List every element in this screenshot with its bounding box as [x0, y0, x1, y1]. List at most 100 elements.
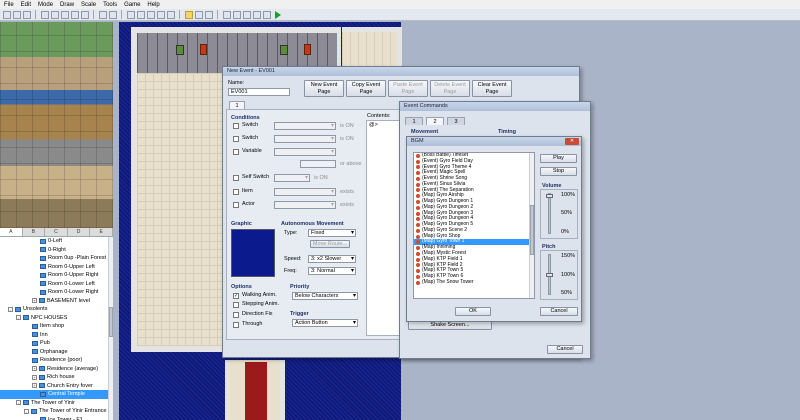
- expand-toggle-icon[interactable]: -: [16, 315, 21, 321]
- variable-value-input[interactable]: [300, 160, 336, 168]
- direction-fix-checkbox[interactable]: [233, 312, 239, 318]
- new-event-page-button[interactable]: New Event Page: [304, 80, 344, 97]
- paste-icon[interactable]: [61, 10, 69, 19]
- menu-scale[interactable]: Scale: [81, 2, 96, 8]
- item-select[interactable]: [274, 188, 336, 196]
- event-name-input[interactable]: EV001: [228, 88, 290, 96]
- zoom-1-4-icon[interactable]: [205, 10, 213, 19]
- actor-select[interactable]: [274, 201, 336, 209]
- tileset-tab-a[interactable]: A: [0, 228, 23, 236]
- map-tree-item[interactable]: - Unsolents: [0, 305, 113, 314]
- variable-checkbox[interactable]: [233, 149, 239, 155]
- zoom-1-2-icon[interactable]: [195, 10, 203, 19]
- fill-icon[interactable]: [157, 10, 165, 19]
- through-checkbox[interactable]: [233, 322, 239, 328]
- layer-map-icon[interactable]: [99, 10, 107, 19]
- map-tree-item[interactable]: Room 0-Lower Right: [0, 288, 113, 297]
- map-tree-item[interactable]: Item shop: [0, 322, 113, 331]
- commands-tab-1[interactable]: 1: [405, 117, 423, 125]
- event-contents-list[interactable]: @>: [366, 120, 400, 336]
- cut-icon[interactable]: [41, 10, 49, 19]
- stepping-anim-checkbox[interactable]: [233, 302, 239, 308]
- map-tree-item[interactable]: Room 0-Upper Left: [0, 263, 113, 272]
- expand-toggle-icon[interactable]: +: [32, 374, 37, 380]
- map-tree-item[interactable]: Room 0up -Plain Forest: [0, 254, 113, 263]
- trigger-select[interactable]: Action Button: [292, 319, 358, 327]
- map-tree-item[interactable]: + Church Entry fover: [0, 382, 113, 391]
- bgm-list-item[interactable]: (Map) The Snow Tower: [414, 279, 534, 286]
- layer-event-icon[interactable]: [109, 10, 117, 19]
- map-tree-item[interactable]: 0-Left: [0, 237, 113, 246]
- expand-toggle-icon[interactable]: -: [24, 408, 29, 414]
- commands-cancel-button[interactable]: Cancel: [547, 345, 583, 354]
- copy-icon[interactable]: [51, 10, 59, 19]
- map-tree-item[interactable]: Room 0-Lower Left: [0, 280, 113, 289]
- tileset-tab-e[interactable]: E: [90, 228, 113, 236]
- menu-tools[interactable]: Tools: [103, 2, 117, 8]
- freq-select[interactable]: 3: Normal: [308, 267, 356, 275]
- expand-toggle-icon[interactable]: +: [32, 298, 37, 304]
- map-tree-item[interactable]: + Rich house: [0, 373, 113, 382]
- tileset-tab-b[interactable]: B: [23, 228, 46, 236]
- map-tree-item[interactable]: Central Temple: [0, 390, 113, 399]
- menu-edit[interactable]: Edit: [21, 2, 31, 8]
- tileset-tab-c[interactable]: C: [45, 228, 68, 236]
- event-graphic-picker[interactable]: [231, 229, 275, 277]
- walking-anim-checkbox[interactable]: ✓: [233, 293, 239, 299]
- move-route-button[interactable]: Move Route...: [310, 240, 350, 248]
- menu-mode[interactable]: Mode: [38, 2, 53, 8]
- expand-toggle-icon[interactable]: -: [8, 306, 13, 312]
- bgm-ok-button[interactable]: OK: [455, 307, 491, 316]
- bgm-file-list[interactable]: (Boss Battle) Tiffeset (Event) Gyro Field…: [413, 152, 535, 299]
- tileset-palette[interactable]: [0, 22, 113, 228]
- self-switch-select[interactable]: [274, 174, 310, 182]
- script-editor-icon[interactable]: [243, 10, 251, 19]
- expand-toggle-icon[interactable]: +: [32, 366, 37, 372]
- self-switch-checkbox[interactable]: [233, 175, 239, 181]
- map-tree-item[interactable]: + Residence (average): [0, 365, 113, 374]
- volume-slider[interactable]: [546, 193, 553, 234]
- ellipse-icon[interactable]: [147, 10, 155, 19]
- undo-icon[interactable]: [81, 10, 89, 19]
- character-generator-icon[interactable]: [263, 10, 271, 19]
- map-tree-item[interactable]: - The Tower of Yinir Entrance: [0, 407, 113, 416]
- map-tree-item[interactable]: 0-Right: [0, 246, 113, 255]
- bgm-list-scrollbar[interactable]: [529, 153, 534, 298]
- new-project-icon[interactable]: [3, 10, 11, 19]
- delete-icon[interactable]: [71, 10, 79, 19]
- bgm-cancel-button[interactable]: Cancel: [540, 307, 578, 316]
- map-tree-item[interactable]: Pub: [0, 339, 113, 348]
- menu-help[interactable]: Help: [147, 2, 159, 8]
- map-tree-item[interactable]: - The Tower of Yinir: [0, 399, 113, 408]
- shake-screen-button[interactable]: Shake Screen...: [408, 321, 492, 330]
- open-project-icon[interactable]: [13, 10, 21, 19]
- variable-select[interactable]: [274, 148, 336, 156]
- pitch-slider-thumb[interactable]: [546, 273, 553, 277]
- volume-slider-thumb[interactable]: [546, 194, 553, 198]
- paste-event-page-button[interactable]: Paste Event Page: [388, 80, 428, 97]
- menu-file[interactable]: File: [4, 2, 14, 8]
- speed-select[interactable]: 3: x2 Slower: [308, 255, 356, 263]
- commands-tab-2[interactable]: 2: [426, 117, 444, 125]
- switch2-select[interactable]: [274, 135, 336, 143]
- bgm-play-button[interactable]: Play: [540, 154, 577, 163]
- actor-checkbox[interactable]: [233, 202, 239, 208]
- shadow-pen-icon[interactable]: [167, 10, 175, 19]
- expand-toggle-icon[interactable]: +: [32, 383, 37, 389]
- bgm-stop-button[interactable]: Stop: [540, 167, 577, 176]
- map-tree-item[interactable]: - NPC HOUSES: [0, 314, 113, 323]
- commands-tab-3[interactable]: 3: [447, 117, 465, 125]
- rectangle-icon[interactable]: [137, 10, 145, 19]
- map-tree-item[interactable]: Residence (poor): [0, 356, 113, 365]
- switch1-checkbox[interactable]: [233, 123, 239, 129]
- copy-event-page-button[interactable]: Copy Event Page: [346, 80, 386, 97]
- close-icon[interactable]: ✕: [565, 138, 579, 145]
- menu-game[interactable]: Game: [124, 2, 140, 8]
- switch1-select[interactable]: [274, 122, 336, 130]
- map-tree-item[interactable]: + BASEMENT level: [0, 297, 113, 306]
- map-tree-item[interactable]: Room 0-Upper Right: [0, 271, 113, 280]
- map-tree-item[interactable]: Inn: [0, 331, 113, 340]
- priority-select[interactable]: Below Characters: [292, 292, 358, 300]
- item-checkbox[interactable]: [233, 189, 239, 195]
- save-project-icon[interactable]: [23, 10, 31, 19]
